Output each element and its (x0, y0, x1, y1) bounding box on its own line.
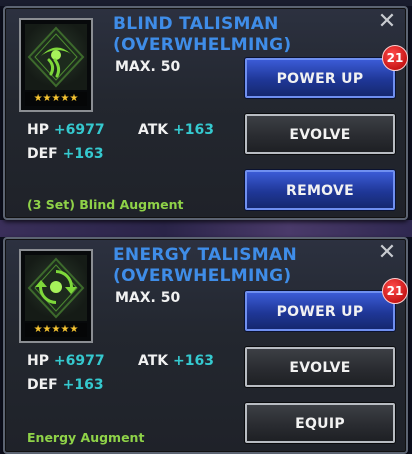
stat-hp-value: +6977 (53, 353, 105, 369)
talisman-icon-frame[interactable]: ★★★★★ (19, 249, 93, 343)
star-rating: ★★★★★ (25, 92, 87, 106)
stat-hp-label: HP (27, 353, 49, 369)
stat-def: DEF +163 (27, 146, 104, 162)
energy-talisman-icon (25, 255, 87, 321)
stat-hp: HP +6977 (27, 353, 105, 369)
stat-atk: ATK +163 (138, 122, 214, 138)
item-rarity: (OVERWHELMING) (113, 266, 292, 286)
item-rarity: (OVERWHELMING) (113, 35, 292, 55)
stat-def-label: DEF (27, 146, 58, 162)
stat-atk: ATK +163 (138, 353, 214, 369)
equip-button[interactable]: EQUIP (245, 403, 395, 443)
close-icon[interactable]: ✕ (376, 11, 398, 33)
eye-talisman-icon (25, 24, 87, 90)
max-level: MAX. 50 (115, 290, 181, 306)
notification-badge: 21 (382, 45, 408, 71)
background-gap (0, 220, 412, 237)
stat-def: DEF +163 (27, 377, 104, 393)
close-icon[interactable]: ✕ (376, 242, 398, 264)
talisman-icon-frame[interactable]: ★★★★★ (19, 18, 93, 112)
stat-atk-value: +163 (173, 353, 214, 369)
stat-def-value: +163 (62, 377, 104, 393)
stat-def-label: DEF (27, 377, 58, 393)
talisman-card-blind: ★★★★★ BLIND TALISMAN (OVERWHELMING) MAX.… (3, 6, 408, 220)
item-title: BLIND TALISMAN (OVERWHELMING) (113, 14, 343, 56)
stat-atk-label: ATK (138, 122, 169, 138)
item-name: BLIND TALISMAN (113, 14, 279, 34)
power-up-button[interactable]: POWER UP (245, 291, 395, 331)
stat-hp-value: +6977 (53, 122, 105, 138)
item-title: ENERGY TALISMAN (OVERWHELMING) (113, 245, 343, 287)
remove-button[interactable]: REMOVE (245, 170, 395, 210)
talisman-card-energy: ★★★★★ ENERGY TALISMAN (OVERWHELMING) MAX… (3, 237, 408, 454)
item-name: ENERGY TALISMAN (113, 245, 297, 265)
stat-hp: HP +6977 (27, 122, 105, 138)
max-level: MAX. 50 (115, 59, 181, 75)
notification-badge: 21 (382, 278, 408, 304)
stat-atk-value: +163 (173, 122, 214, 138)
evolve-button[interactable]: EVOLVE (245, 347, 395, 387)
stat-def-value: +163 (62, 146, 104, 162)
evolve-button[interactable]: EVOLVE (245, 114, 395, 154)
stat-hp-label: HP (27, 122, 49, 138)
stat-atk-label: ATK (138, 353, 169, 369)
augment-set-label: (3 Set) Blind Augment (27, 197, 184, 212)
power-up-button[interactable]: POWER UP (245, 58, 395, 98)
augment-set-label: Energy Augment (27, 430, 145, 445)
star-rating: ★★★★★ (25, 323, 87, 337)
